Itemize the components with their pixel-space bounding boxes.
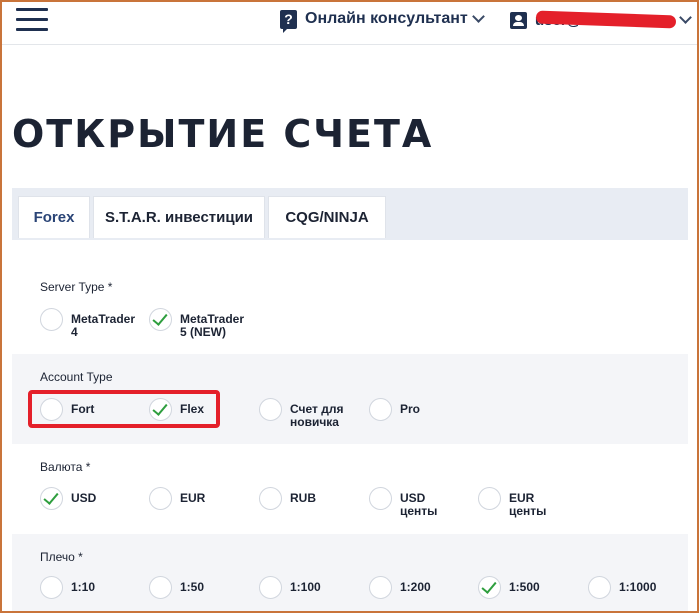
option-label: 1:500 xyxy=(509,580,540,594)
option-label: 1:10 xyxy=(71,580,96,594)
currency-option-usd[interactable]: USD xyxy=(40,487,151,510)
account-type-option-pro[interactable]: Pro xyxy=(369,398,480,421)
radio-circle[interactable] xyxy=(40,576,63,599)
menu-icon[interactable] xyxy=(16,8,48,32)
leverage-section: Плечо * 1:10 1:50 1:100 1:200 1:500 1:10… xyxy=(12,534,688,611)
option-label: USD центы xyxy=(400,491,438,518)
chevron-down-icon xyxy=(679,11,692,24)
highlight-box xyxy=(28,390,220,428)
radio-circle[interactable] xyxy=(149,487,172,510)
radio-circle[interactable] xyxy=(369,487,392,510)
top-header: ? Онлайн консультант user@mail.ru xyxy=(0,0,699,45)
radio-circle[interactable] xyxy=(149,576,172,599)
tab-bar: Forex S.T.A.R. инвестиции CQG/NINJA xyxy=(12,188,688,240)
currency-option-rub[interactable]: RUB xyxy=(259,487,370,510)
leverage-option-1-100[interactable]: 1:100 xyxy=(259,576,370,599)
radio-circle[interactable] xyxy=(369,398,392,421)
radio-circle-checked[interactable] xyxy=(40,487,63,510)
leverage-label: Плечо * xyxy=(40,550,83,564)
page-title: ОТКРЫТИЕ СЧЕТА xyxy=(12,112,434,156)
option-label: Pro xyxy=(400,402,421,416)
currency-option-eur-cents[interactable]: EUR центы xyxy=(478,487,559,518)
currency-option-usd-cents[interactable]: USD центы xyxy=(369,487,450,518)
radio-circle[interactable] xyxy=(369,576,392,599)
option-label: EUR xyxy=(180,491,206,505)
option-label: 1:1000 xyxy=(619,580,657,594)
tab-cqg-ninja[interactable]: CQG/NINJA xyxy=(268,196,386,238)
radio-circle-checked[interactable] xyxy=(478,576,501,599)
option-label: Счет для новичка xyxy=(290,402,344,429)
online-consultant-menu[interactable]: ? Онлайн консультант xyxy=(280,8,485,33)
radio-circle-checked[interactable] xyxy=(149,308,172,331)
radio-circle[interactable] xyxy=(478,487,501,510)
online-consultant-label: Онлайн консультант xyxy=(305,10,468,27)
user-icon xyxy=(510,11,527,29)
question-icon: ? xyxy=(280,9,297,33)
currency-section: Валюта * USD EUR RUB USD центы EUR центы xyxy=(12,444,688,534)
option-label: RUB xyxy=(290,491,316,505)
server-type-option-mt5[interactable]: MetaTrader 5 (NEW) xyxy=(149,308,250,339)
tab-star-investments[interactable]: S.T.A.R. инвестиции xyxy=(93,196,265,238)
server-type-label: Server Type * xyxy=(40,280,113,294)
option-label: 1:100 xyxy=(290,580,321,594)
option-label: MetaTrader 5 (NEW) xyxy=(180,312,245,339)
server-type-option-mt4[interactable]: MetaTrader 4 xyxy=(40,308,141,339)
radio-circle[interactable] xyxy=(259,487,282,510)
leverage-option-1-200[interactable]: 1:200 xyxy=(369,576,480,599)
radio-circle[interactable] xyxy=(588,576,611,599)
option-label: EUR центы xyxy=(509,491,547,518)
chevron-down-icon xyxy=(471,10,485,23)
radio-circle[interactable] xyxy=(259,398,282,421)
server-type-section: Server Type * MetaTrader 4 MetaTrader 5 … xyxy=(12,262,688,354)
leverage-option-1-1000[interactable]: 1:1000 xyxy=(588,576,679,599)
option-label: 1:50 xyxy=(180,580,205,594)
option-label: USD xyxy=(71,491,97,505)
leverage-option-1-50[interactable]: 1:50 xyxy=(149,576,260,599)
leverage-option-1-10[interactable]: 1:10 xyxy=(40,576,151,599)
account-type-label: Account Type xyxy=(40,370,113,384)
tab-forex[interactable]: Forex xyxy=(18,196,90,238)
account-type-option-beginner[interactable]: Счет для новичка xyxy=(259,398,370,429)
radio-circle[interactable] xyxy=(40,308,63,331)
option-label: MetaTrader 4 xyxy=(71,312,136,339)
radio-circle[interactable] xyxy=(259,576,282,599)
currency-label: Валюта * xyxy=(40,460,91,474)
option-label: 1:200 xyxy=(400,580,431,594)
currency-option-eur[interactable]: EUR xyxy=(149,487,260,510)
leverage-option-1-500[interactable]: 1:500 xyxy=(478,576,589,599)
